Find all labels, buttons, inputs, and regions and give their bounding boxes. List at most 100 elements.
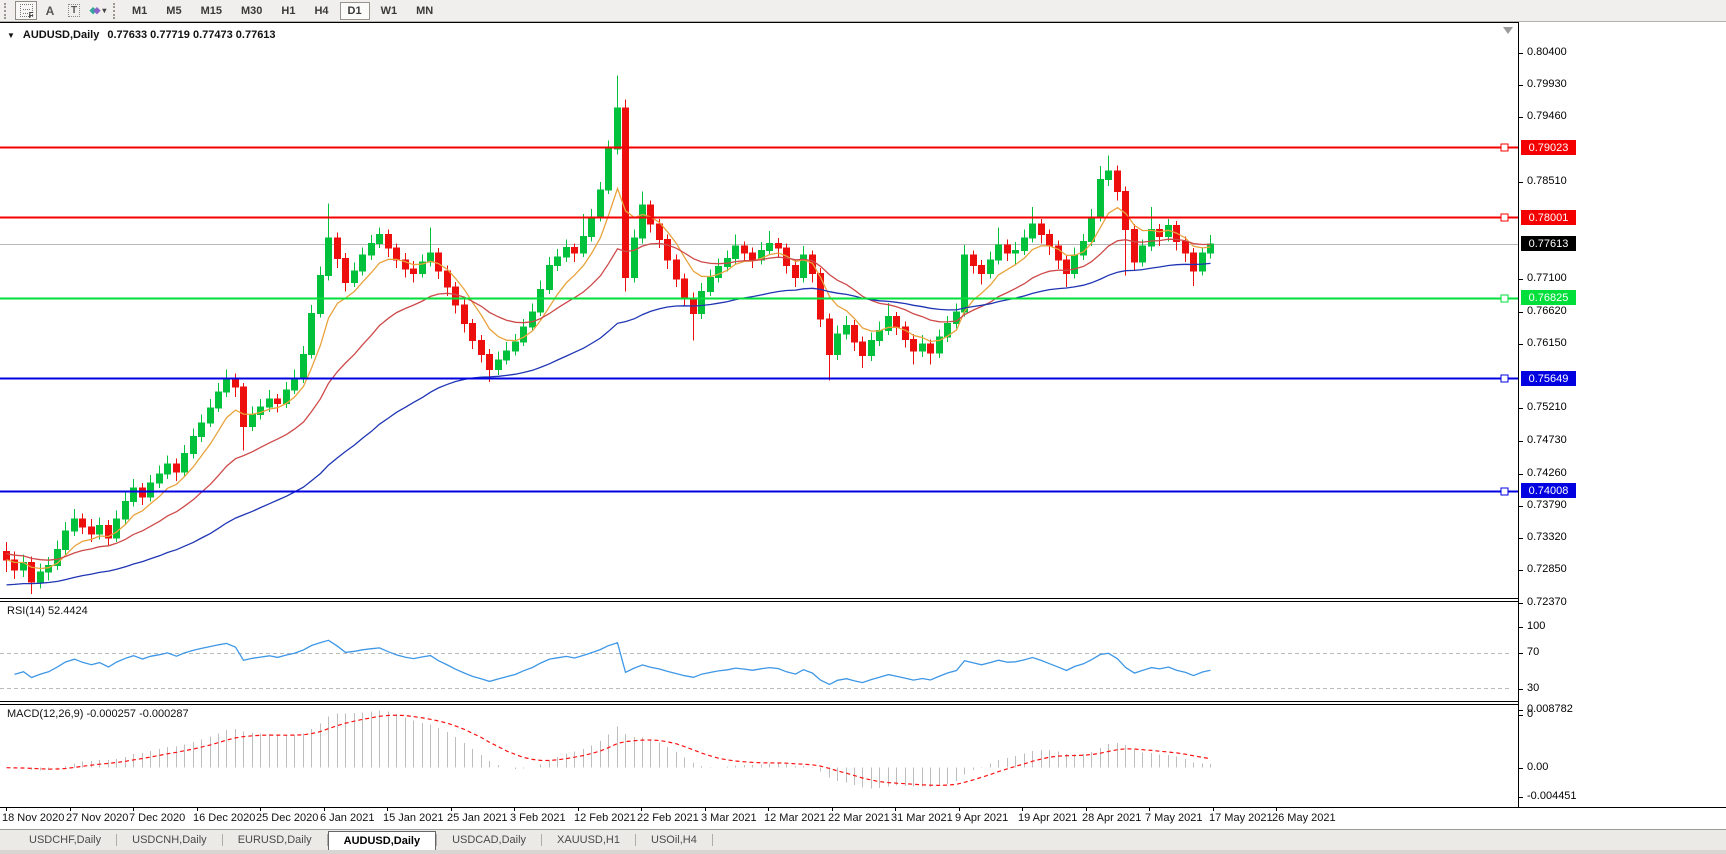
timeframe-button-h1[interactable]: H1	[273, 2, 303, 20]
price-level-badge-0.75649[interactable]: 0.75649	[1521, 371, 1576, 386]
text-box-tool-button[interactable]: T	[63, 1, 85, 20]
rsi-tick-mark	[1519, 653, 1523, 654]
candlestick-series	[4, 76, 1214, 594]
date-label: 31 Mar 2021	[891, 812, 953, 824]
price-tick-label: 0.76620	[1527, 305, 1567, 317]
tab-separator	[712, 834, 713, 846]
date-label: 3 Mar 2021	[701, 812, 757, 824]
price-tick-mark	[1519, 85, 1523, 86]
timeframe-button-m15[interactable]: M15	[193, 2, 230, 20]
timeframe-button-m30[interactable]: M30	[233, 2, 270, 20]
text-label-tool-button[interactable]: A	[39, 1, 61, 20]
date-tick-mark	[1022, 808, 1023, 811]
timeframe-button-d1[interactable]: D1	[340, 2, 370, 20]
price-level-badge-0.79023[interactable]: 0.79023	[1521, 140, 1576, 155]
macd-tick-label: -0.004451	[1527, 790, 1577, 802]
symbol-period-label: AUDUSD,Daily	[23, 29, 99, 41]
price-level-badge-0.77613[interactable]: 0.77613	[1521, 236, 1576, 251]
price-tick-label: 0.73790	[1527, 499, 1567, 511]
rsi-tick-label: 70	[1527, 646, 1539, 658]
object-style-tool-button[interactable]: ◆ ◆ ▾	[87, 1, 109, 20]
price-tick-mark	[1519, 408, 1523, 409]
chart-tab-usdcad[interactable]: USDCAD,Daily	[437, 830, 541, 850]
main-price-chart[interactable]	[0, 24, 1518, 598]
macd-tick-mark	[1519, 768, 1523, 769]
date-tick-mark	[1149, 808, 1150, 811]
price-tick-mark	[1519, 182, 1523, 183]
chart-tab-xauusd[interactable]: XAUUSD,H1	[542, 830, 635, 850]
rsi-tick-mark	[1519, 715, 1523, 716]
top-toolbar: F A T ◆ ◆ ▾ M1M5M15M30H1H4D1W1MN	[0, 0, 1726, 22]
price-tick-label: 0.72850	[1527, 563, 1567, 575]
price-tick-label: 0.78510	[1527, 175, 1567, 187]
price-tick-label: 0.75210	[1527, 401, 1567, 413]
price-tick-label: 0.73320	[1527, 531, 1567, 543]
date-tick-mark	[451, 808, 452, 811]
date-label: 28 Apr 2021	[1082, 812, 1141, 824]
chart-shift-marker-icon[interactable]	[1503, 27, 1513, 34]
price-tick-label: 0.77100	[1527, 272, 1567, 284]
date-label: 16 Dec 2020	[193, 812, 255, 824]
diamonds-icon-2: ◆	[93, 6, 100, 15]
rsi-tick-mark	[1519, 689, 1523, 690]
date-label: 7 May 2021	[1145, 812, 1202, 824]
date-label: 25 Dec 2020	[256, 812, 318, 824]
slow-ma-line	[7, 263, 1211, 585]
chart-tab-usoil[interactable]: USOil,H4	[636, 830, 712, 850]
dropdown-arrow-icon: ▾	[102, 6, 106, 15]
dotted-grid-icon: F	[20, 4, 33, 17]
timeframe-button-mn[interactable]: MN	[408, 2, 441, 20]
bottom-strip	[0, 850, 1726, 854]
price-tick-mark	[1519, 474, 1523, 475]
price-tick-label: 0.80400	[1527, 46, 1567, 58]
price-axis[interactable]: 0.804000.799300.794600.785100.771000.766…	[1519, 22, 1726, 807]
chart-window: ▼ AUDUSD,Daily 0.77633 0.77719 0.77473 0…	[0, 22, 1726, 854]
date-tick-mark	[1086, 808, 1087, 811]
macd-indicator-pane[interactable]	[0, 705, 1518, 807]
date-label: 3 Feb 2021	[510, 812, 566, 824]
price-tick-mark	[1519, 117, 1523, 118]
price-level-badge-0.74008[interactable]: 0.74008	[1521, 483, 1576, 498]
date-tick-mark	[197, 808, 198, 811]
date-label: 18 Nov 2020	[2, 812, 64, 824]
date-tick-mark	[387, 808, 388, 811]
freehand-grid-tool-button[interactable]: F	[15, 1, 37, 20]
date-label: 26 May 2021	[1272, 812, 1336, 824]
price-tick-label: 0.74260	[1527, 467, 1567, 479]
timeframe-button-w1[interactable]: W1	[373, 2, 406, 20]
date-tick-mark	[133, 808, 134, 811]
text-box-icon: T	[68, 4, 80, 17]
date-tick-mark	[70, 808, 71, 811]
toolbar-grip[interactable]	[4, 3, 9, 19]
date-tick-mark	[1276, 808, 1277, 811]
date-tick-mark	[832, 808, 833, 811]
rsi-indicator-pane[interactable]	[0, 602, 1518, 701]
collapse-arrow-icon[interactable]: ▼	[7, 31, 15, 40]
price-level-badge-0.78001[interactable]: 0.78001	[1521, 210, 1576, 225]
date-tick-mark	[641, 808, 642, 811]
medium-ma-line	[7, 239, 1211, 560]
price-tick-mark	[1519, 538, 1523, 539]
toolbar-grip-2[interactable]	[113, 3, 118, 19]
macd-tick-label: 0.00	[1527, 761, 1548, 773]
chart-tab-usdchf[interactable]: USDCHF,Daily	[14, 830, 116, 850]
date-tick-mark	[768, 808, 769, 811]
date-label: 17 May 2021	[1209, 812, 1273, 824]
price-tick-mark	[1519, 53, 1523, 54]
timeframe-button-h4[interactable]: H4	[306, 2, 336, 20]
chart-tab-audusd[interactable]: AUDUSD,Daily	[328, 831, 436, 850]
time-axis[interactable]: 18 Nov 202027 Nov 20207 Dec 202016 Dec 2…	[0, 808, 1726, 828]
date-tick-mark	[514, 808, 515, 811]
price-tick-label: 0.79930	[1527, 78, 1567, 90]
price-tick-mark	[1519, 603, 1523, 604]
chart-tab-eurusd[interactable]: EURUSD,Daily	[223, 830, 327, 850]
price-level-badge-0.76825[interactable]: 0.76825	[1521, 290, 1576, 305]
chart-tab-usdcnh[interactable]: USDCNH,Daily	[117, 830, 222, 850]
date-label: 12 Mar 2021	[764, 812, 826, 824]
timeframe-button-m1[interactable]: M1	[124, 2, 155, 20]
timeframe-button-m5[interactable]: M5	[158, 2, 189, 20]
price-tick-label: 0.74730	[1527, 434, 1567, 446]
price-tick-mark	[1519, 344, 1523, 345]
macd-tick-mark	[1519, 797, 1523, 798]
date-tick-mark	[578, 808, 579, 811]
